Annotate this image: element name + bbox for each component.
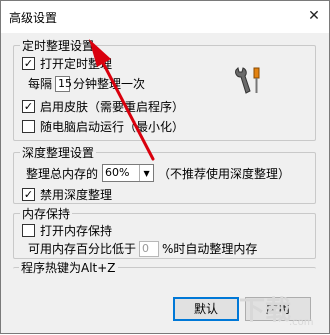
watermark-logo: 下载 .com	[239, 296, 314, 328]
annotation-arrow	[89, 39, 155, 161]
svg-text:.com: .com	[289, 317, 314, 328]
svg-text:下载: 下载	[239, 296, 291, 326]
advanced-settings-dialog: 高级设置 ✕ 定时整理设置 ✓ 打开定时整理 每隔 15 分钟整理一次 ✓ 启用…	[0, 0, 330, 334]
